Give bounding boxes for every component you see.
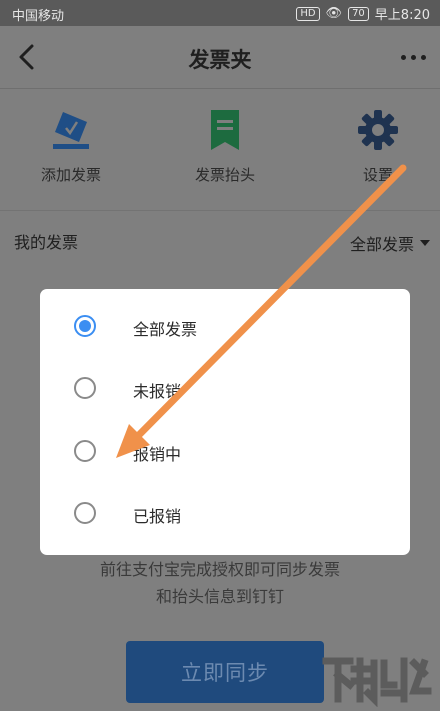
chevron-down-icon (420, 240, 430, 246)
carrier-label: 中国移动 (12, 9, 65, 24)
time-label: 早上8:20 (374, 8, 430, 23)
option-not-reimbursed[interactable]: 未报销 (40, 361, 410, 423)
sync-now-button[interactable]: 立即同步 (126, 641, 324, 703)
quick-actions: 添加发票 发票抬头 设置 (0, 100, 440, 200)
option-label: 全部发票 (133, 320, 198, 339)
hd-icon: HD (296, 6, 320, 21)
eye-icon: 👁 (325, 6, 343, 21)
option-reimbursed[interactable]: 已报销 (40, 486, 410, 548)
add-invoice-button[interactable]: 添加发票 (16, 100, 126, 185)
invoice-filter-row: 我的发票 全部发票 (0, 210, 440, 271)
add-invoice-icon (49, 108, 93, 152)
option-label: 未报销 (133, 382, 182, 401)
option-label: 报销中 (133, 445, 182, 464)
option-all-invoices[interactable]: 全部发票 (40, 299, 410, 361)
battery-indicator: 70 (348, 6, 369, 21)
option-label: 已报销 (133, 507, 182, 526)
more-dot-icon (420, 54, 426, 60)
status-bar: 中国移动 HD 👁 70 早上8:20 (0, 0, 440, 26)
watermark-logo (322, 657, 432, 707)
radio-empty-icon (74, 440, 96, 462)
radio-selected-icon (74, 315, 96, 337)
settings-button[interactable]: 设置 (323, 100, 433, 185)
nav-bar: 发票夹 (0, 26, 440, 89)
invoice-header-button[interactable]: 发票抬头 (170, 100, 280, 185)
invoice-header-label: 发票抬头 (194, 166, 255, 184)
settings-label: 设置 (362, 166, 393, 184)
radio-empty-icon (74, 377, 96, 399)
page-title: 发票夹 (188, 48, 252, 72)
add-invoice-label: 添加发票 (40, 166, 101, 184)
section-title: 我的发票 (14, 233, 79, 252)
invoice-header-icon (203, 108, 247, 152)
more-dot-icon (410, 54, 416, 60)
more-dot-icon (400, 54, 406, 60)
radio-empty-icon (74, 502, 96, 524)
more-button[interactable] (396, 44, 430, 70)
sync-hint-line1: 前往支付宝完成授权即可同步发票 (99, 560, 340, 579)
gear-icon (356, 108, 400, 152)
sync-hint-line2: 和抬头信息到钉钉 (155, 587, 284, 606)
filter-dropdown[interactable]: 全部发票 (350, 231, 430, 255)
option-reimbursing[interactable]: 报销中 (40, 424, 410, 486)
filter-selected-label: 全部发票 (349, 235, 414, 254)
status-filter-dialog: 全部发票 未报销 报销中 已报销 (40, 289, 410, 555)
status-icons: HD 👁 70 早上8:20 (296, 4, 430, 23)
